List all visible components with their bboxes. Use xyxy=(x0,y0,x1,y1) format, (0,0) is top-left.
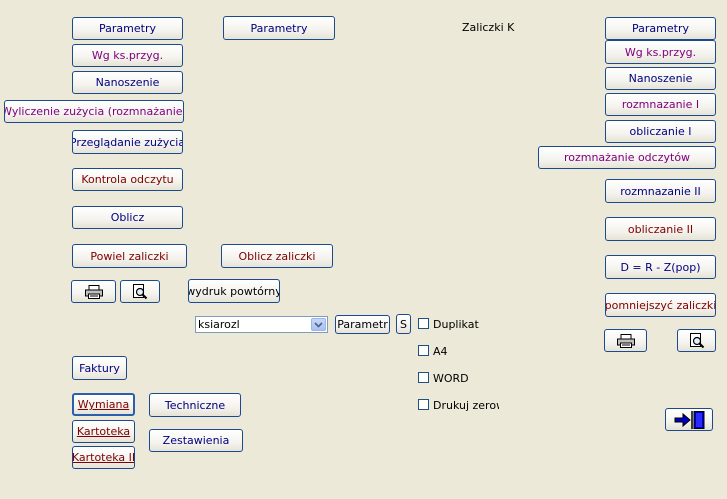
pomniejszyc-zaliczki-button[interactable]: pomniejszyć zaliczki xyxy=(605,293,716,317)
przegladanie-zuzycia-button[interactable]: Przeglądanie zużycia xyxy=(72,130,183,154)
exit-door-icon xyxy=(674,410,705,429)
s-button[interactable]: S xyxy=(396,314,411,334)
rozmnazanie-i-button[interactable]: rozmnazanie I xyxy=(605,93,716,116)
powiel-zaliczki-button[interactable]: Powiel zaliczki xyxy=(72,244,187,268)
mid-parametry-button[interactable]: Parametry xyxy=(223,16,335,40)
right-print-button[interactable] xyxy=(604,329,647,352)
obliczanie-ii-button[interactable]: obliczanie II xyxy=(605,217,716,241)
print-preview-icon xyxy=(133,283,148,299)
exit-button[interactable] xyxy=(665,408,713,431)
kartoteka-button[interactable]: Kartoteka xyxy=(72,420,135,443)
chevron-down-icon[interactable] xyxy=(311,318,326,331)
zestawienia-button[interactable]: Zestawienia xyxy=(149,429,243,452)
wymiana-button[interactable]: Wymiana xyxy=(72,393,135,416)
report-combo[interactable]: ksiarozl xyxy=(195,316,328,333)
report-combo-value: ksiarozl xyxy=(198,318,240,331)
word-label: WORD xyxy=(433,372,469,385)
kartoteka-label: Kartoteka xyxy=(76,425,131,438)
kartoteka-ii-label: Kartoteka II xyxy=(72,451,135,464)
d-formula-button[interactable]: D = R - Z(pop) xyxy=(605,255,716,279)
duplikat-label: Duplikat xyxy=(433,318,479,331)
left-preview-button[interactable] xyxy=(120,280,160,303)
rozmnazanie-odczytow-button[interactable]: rozmnażanie odczytów xyxy=(538,146,716,169)
a4-checkbox[interactable] xyxy=(418,345,429,356)
drukuj-zerowe-label: Drukuj zerowe xyxy=(433,399,499,412)
wyliczenie-zuzycia-button[interactable]: Wyliczenie zużycia (rozmnażanie) xyxy=(4,100,184,123)
right-nanoszenie-button[interactable]: Nanoszenie xyxy=(605,67,716,90)
right-parametry-button[interactable]: Parametry xyxy=(605,17,716,40)
techniczne-button[interactable]: Techniczne xyxy=(149,393,241,417)
printer-icon xyxy=(84,284,103,299)
page-title: Zaliczki K xyxy=(462,21,515,34)
left-parametry-button[interactable]: Parametry xyxy=(72,17,183,40)
parametr-button[interactable]: Parametr xyxy=(335,315,390,334)
right-wg-ks-button[interactable]: Wg ks.przyg. xyxy=(605,40,716,64)
print-preview-icon xyxy=(689,332,704,348)
faktury-button[interactable]: Faktury xyxy=(72,356,127,380)
obliczanie-i-button[interactable]: obliczanie I xyxy=(605,120,716,143)
rozmnazanie-ii-button[interactable]: rozmnazanie II xyxy=(605,179,716,203)
right-preview-button[interactable] xyxy=(677,329,716,352)
wymiana-label: Wymiana xyxy=(77,398,130,411)
printer-icon xyxy=(616,333,635,348)
kartoteka-ii-button[interactable]: Kartoteka II xyxy=(72,446,135,469)
duplikat-checkbox[interactable] xyxy=(418,318,429,329)
oblicz-zaliczki-button[interactable]: Oblicz zaliczki xyxy=(221,244,333,268)
drukuj-zerowe-checkbox[interactable] xyxy=(418,399,429,410)
left-wg-ks-button[interactable]: Wg ks.przyg. xyxy=(72,44,183,67)
oblicz-button[interactable]: Oblicz xyxy=(72,206,183,229)
left-print-button[interactable] xyxy=(71,280,116,303)
a4-label: A4 xyxy=(433,345,448,358)
left-nanoszenie-button[interactable]: Nanoszenie xyxy=(72,71,183,94)
wydruk-powtorny-button[interactable]: wydruk powtórny xyxy=(188,279,280,303)
kontrola-odczytu-button[interactable]: Kontrola odczytu xyxy=(72,168,183,191)
word-checkbox[interactable] xyxy=(418,372,429,383)
